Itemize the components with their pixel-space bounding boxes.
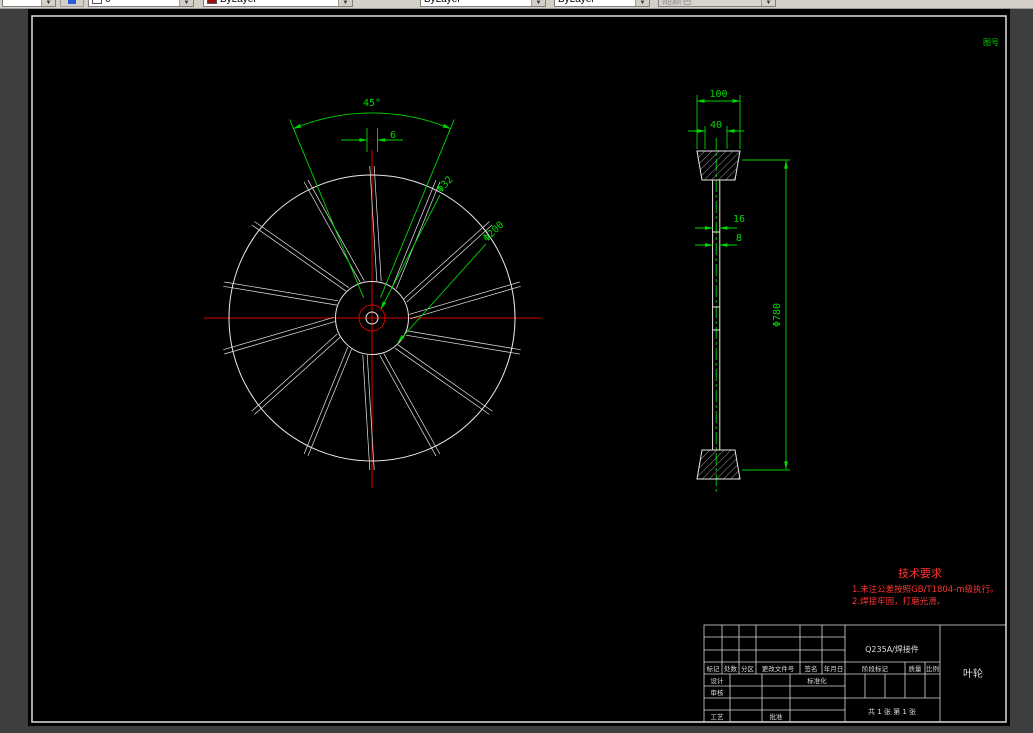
tb-approve-label: 批准 — [770, 712, 784, 721]
layer-combo-value: 0 — [105, 0, 111, 5]
tb-check-label: 审核 — [711, 688, 725, 697]
color-combo-value: ByLayer — [220, 0, 257, 5]
tb-part-name: 叶轮 — [963, 667, 983, 680]
top-toolbar: ▼ 0 ▼ ByLayer ▼ ByLayer ▼ ByLayer ▼ 随颜色 … — [0, 0, 1033, 9]
dim-angle-text: 45° — [363, 98, 381, 109]
tb-mass-label: 质量 — [909, 664, 923, 673]
dim-blade-width-text: 6 — [390, 130, 396, 141]
tb-header-zone: 分区 — [741, 664, 755, 673]
corner-note: 图号 — [983, 38, 999, 47]
linetype-combo-value: ByLayer — [424, 0, 461, 5]
tb-stage-mark-label: 阶段标记 — [862, 664, 889, 673]
tb-header-date: 年月日 — [824, 664, 844, 673]
tech-req-line2: 2.焊接牢固，打磨光滑。 — [852, 596, 945, 607]
current-color-swatch — [207, 0, 217, 4]
dim-hub-width-text: 40 — [710, 120, 722, 131]
tb-scale-label: 比例 — [926, 664, 939, 673]
chevron-down-icon[interactable]: ▼ — [41, 0, 55, 6]
tb-standard-label: 标准化 — [807, 676, 827, 685]
tb-header-sign: 签名 — [805, 664, 818, 673]
bottom-flange-section — [696, 449, 741, 480]
chevron-down-icon[interactable]: ▼ — [179, 0, 193, 6]
tb-header-count: 处数 — [724, 664, 738, 673]
color-combo[interactable]: ByLayer ▼ — [203, 0, 353, 7]
plotstyle-combo: 随颜色 ▼ — [658, 0, 776, 7]
style-combo[interactable]: ▼ — [2, 0, 56, 7]
chevron-down-icon[interactable]: ▼ — [531, 0, 545, 6]
dim-top-width-text: 100 — [709, 89, 727, 100]
dim-outer-dia-text: Φ780 — [772, 303, 783, 327]
tech-req-title: 技术要求 — [898, 567, 942, 580]
dim-plate-8-text: 8 — [736, 233, 742, 244]
lineweight-combo-value: ByLayer — [558, 0, 595, 5]
layer-combo[interactable]: 0 ▼ — [88, 0, 194, 7]
tb-design-label: 设计 — [711, 676, 725, 685]
tb-header-mark: 标记 — [707, 664, 721, 673]
layers-icon — [68, 0, 76, 4]
top-flange-section — [696, 150, 741, 181]
chevron-down-icon[interactable]: ▼ — [338, 0, 352, 6]
linetype-combo[interactable]: ByLayer ▼ — [420, 0, 546, 7]
layer-color-swatch — [92, 0, 102, 4]
tb-process-label: 工艺 — [711, 713, 725, 721]
model-space-background[interactable] — [28, 8, 1010, 726]
chevron-down-icon: ▼ — [761, 0, 775, 6]
tb-header-docno: 更改文件号 — [762, 664, 795, 673]
chevron-down-icon[interactable]: ▼ — [635, 0, 649, 6]
dim-plate-16-text: 16 — [733, 214, 745, 225]
tb-sheet-info: 共 1 张 第 1 张 — [868, 707, 916, 716]
cad-model-space[interactable]: 图号 45° 6 Φ32 Φ200 100 40 16 8 Φ780 技术要求 … — [0, 0, 1033, 733]
tech-req-line1: 1.未注公差按照GB/T1804-m级执行。 — [852, 584, 999, 595]
tb-material: Q235A/焊接件 — [865, 644, 919, 654]
layer-properties-button[interactable] — [60, 0, 84, 7]
plotstyle-combo-value: 随颜色 — [662, 0, 692, 7]
lineweight-combo[interactable]: ByLayer ▼ — [554, 0, 650, 7]
